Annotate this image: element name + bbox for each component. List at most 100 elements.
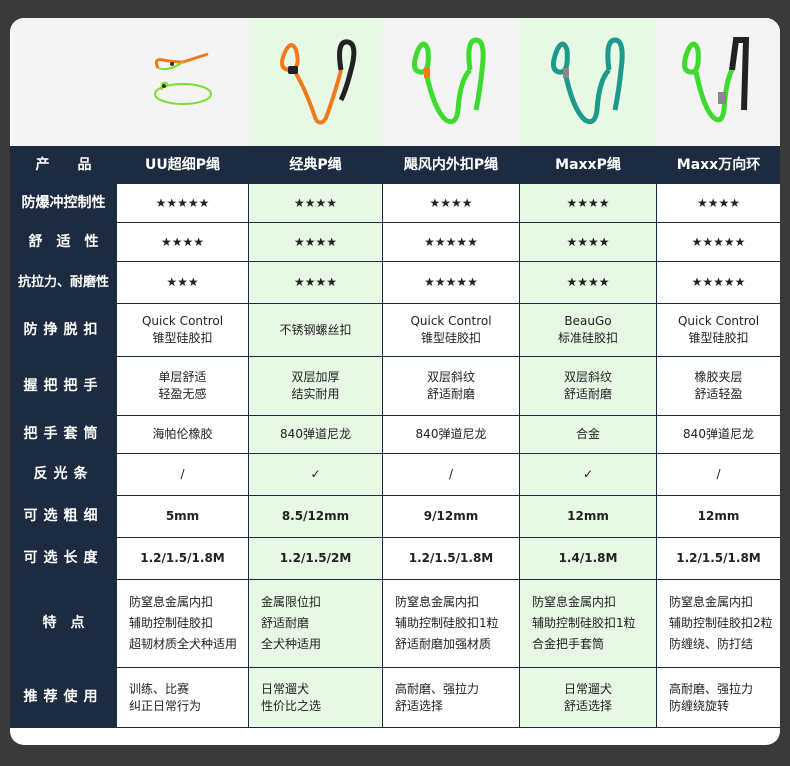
length-cell: 1.2/1.5/1.8M bbox=[382, 537, 520, 580]
header-row: 产 品 UU超细P绳 经典P绳 飓风内外扣P绳 MaxxP绳 Maxx万向环 bbox=[10, 146, 780, 184]
star-rating: ★★★ bbox=[116, 261, 249, 304]
hurricane-leash-image bbox=[412, 36, 486, 124]
feature-line: 防窒息金属内扣 bbox=[669, 595, 754, 609]
buckle-cell: Quick Control 锥型硅胶扣 bbox=[116, 303, 249, 357]
row-strength: 抗拉力、耐磨性 ★★★ ★★★★ ★★★★★ ★★★★ ★★★★★ bbox=[10, 261, 780, 304]
row-reflective: 反光条 / ✓ / ✓ / bbox=[10, 453, 780, 496]
row-label: 把手套筒 bbox=[10, 415, 117, 454]
buckle-line: 不锈钢螺丝扣 bbox=[279, 322, 352, 337]
recommend-cell: 训练、比赛 纠正日常行为 bbox=[116, 667, 249, 728]
features-cell: 防窒息金属内扣 辅助控制硅胶扣1粒 舒适耐磨加强材质 bbox=[382, 579, 520, 668]
grip-line: 橡胶夹层 bbox=[694, 370, 743, 384]
recommend-cell: 高耐磨、强拉力 舒适选择 bbox=[382, 667, 520, 728]
feature-line: 舒适耐磨加强材质 bbox=[395, 637, 492, 651]
recommend-line: 日常遛犬 bbox=[261, 681, 310, 696]
buckle-cell: 不锈钢螺丝扣 bbox=[248, 303, 383, 357]
star-rating: ★★★★ bbox=[248, 183, 383, 223]
image-row bbox=[10, 18, 780, 147]
header-product: UU超细P绳 bbox=[116, 146, 249, 184]
grip-line: 舒适耐磨 bbox=[563, 387, 612, 401]
buckle-line: 锥型硅胶扣 bbox=[152, 331, 213, 345]
product-image-hurricane bbox=[382, 18, 520, 147]
recommend-line: 舒适选择 bbox=[395, 698, 444, 713]
buckle-line: Quick Control bbox=[141, 314, 224, 328]
comparison-table: 产 品 UU超细P绳 经典P绳 飓风内外扣P绳 MaxxP绳 Maxx万向环 防… bbox=[10, 18, 780, 728]
feature-line: 全犬种适用 bbox=[261, 637, 322, 651]
buckle-cell: Quick Control 锥型硅胶扣 bbox=[382, 303, 520, 357]
sleeve-cell: 合金 bbox=[519, 415, 657, 454]
feature-line: 超韧材质全犬种适用 bbox=[129, 637, 238, 651]
buckle-cell: Quick Control 锥型硅胶扣 bbox=[656, 303, 780, 357]
maxx-swivel-leash-image bbox=[681, 36, 749, 122]
row-burst-control: 防爆冲控制性 ★★★★★ ★★★★ ★★★★ ★★★★ ★★★★ bbox=[10, 183, 780, 223]
recommend-cell: 日常遛犬 舒适选择 bbox=[519, 667, 657, 728]
thickness-cell: 9/12mm bbox=[382, 495, 520, 538]
reflective-cell: / bbox=[656, 453, 780, 496]
product-image-classic bbox=[248, 18, 383, 147]
product-image-uu bbox=[116, 18, 249, 147]
reflective-cell: ✓ bbox=[519, 453, 657, 496]
row-recommended: 推荐使用 训练、比赛 纠正日常行为 日常遛犬性价比之选 高耐磨、强拉力 舒适选择 日… bbox=[10, 667, 780, 728]
buckle-line: 锥型硅胶扣 bbox=[688, 331, 749, 345]
grip-cell: 双层斜纹 舒适耐磨 bbox=[519, 356, 657, 416]
star-rating: ★★★★ bbox=[248, 222, 383, 262]
reflective-cell: ✓ bbox=[248, 453, 383, 496]
buckle-line: BeauGo bbox=[564, 314, 612, 328]
row-label: 推荐使用 bbox=[10, 667, 117, 728]
feature-line: 防缠绕、防打结 bbox=[669, 637, 754, 651]
star-rating: ★★★★★ bbox=[116, 183, 249, 223]
recommend-line: 高耐磨、强拉力 bbox=[395, 681, 480, 696]
product-image-maxx-p bbox=[519, 18, 657, 147]
recommend-line: 日常遛犬 bbox=[563, 681, 612, 696]
star-rating: ★★★★★ bbox=[656, 261, 780, 304]
sleeve-cell: 840弹道尼龙 bbox=[248, 415, 383, 454]
row-label: 防挣脱扣 bbox=[10, 303, 117, 357]
row-label: 可选粗细 bbox=[10, 495, 117, 538]
length-cell: 1.2/1.5/1.8M bbox=[656, 537, 780, 580]
row-label: 反光条 bbox=[10, 453, 117, 496]
grip-cell: 橡胶夹层 舒适轻盈 bbox=[656, 356, 780, 416]
length-cell: 1.4/1.8M bbox=[519, 537, 657, 580]
header-product: 飓风内外扣P绳 bbox=[382, 146, 520, 184]
feature-line: 辅助控制硅胶扣1粒 bbox=[532, 616, 636, 630]
grip-line: 双层斜纹 bbox=[426, 370, 475, 384]
reflective-cell: / bbox=[116, 453, 249, 496]
header-product: Maxx万向环 bbox=[656, 146, 780, 184]
thickness-cell: 12mm bbox=[519, 495, 657, 538]
features-cell: 防窒息金属内扣 辅助控制硅胶扣1粒 合金把手套筒 bbox=[519, 579, 657, 668]
sleeve-cell: 840弹道尼龙 bbox=[382, 415, 520, 454]
features-cell: 防窒息金属内扣辅助控制硅胶扣2粒 防缠绕、防打结 bbox=[656, 579, 780, 668]
grip-cell: 双层斜纹 舒适耐磨 bbox=[382, 356, 520, 416]
buckle-line: Quick Control bbox=[410, 314, 492, 328]
recommend-line: 性价比之选 bbox=[261, 698, 322, 713]
buckle-line: 标准硅胶扣 bbox=[557, 331, 618, 345]
reflective-cell: / bbox=[382, 453, 520, 496]
row-label: 特 点 bbox=[10, 579, 117, 668]
grip-line: 双层斜纹 bbox=[563, 370, 612, 384]
row-label: 抗拉力、耐磨性 bbox=[10, 261, 117, 304]
row-label: 握把把手 bbox=[10, 356, 117, 416]
star-rating: ★★★★★ bbox=[382, 261, 520, 304]
feature-line: 防窒息金属内扣 bbox=[532, 595, 617, 609]
star-rating: ★★★★ bbox=[248, 261, 383, 304]
thickness-cell: 5mm bbox=[116, 495, 249, 538]
star-rating: ★★★★ bbox=[519, 183, 657, 223]
row-length: 可选长度 1.2/1.5/1.8M 1.2/1.5/2M 1.2/1.5/1.8… bbox=[10, 537, 780, 580]
feature-line: 金属限位扣 bbox=[261, 595, 322, 609]
grip-cell: 双层加厚 结实耐用 bbox=[248, 356, 383, 416]
feature-line: 防窒息金属内扣 bbox=[395, 595, 480, 609]
row-label: 可选长度 bbox=[10, 537, 117, 580]
grip-line: 双层加厚 bbox=[291, 370, 340, 384]
grip-line: 结实耐用 bbox=[291, 387, 340, 401]
feature-line: 辅助控制硅胶扣2粒 bbox=[669, 616, 773, 630]
grip-cell: 单层舒适 轻盈无感 bbox=[116, 356, 249, 416]
classic-p-leash-image bbox=[279, 38, 356, 125]
row-thickness: 可选粗细 5mm 8.5/12mm 9/12mm 12mm 12mm bbox=[10, 495, 780, 538]
buckle-line: 锥型硅胶扣 bbox=[420, 331, 481, 345]
star-rating: ★★★★ bbox=[519, 261, 657, 304]
star-rating: ★★★★★ bbox=[656, 222, 780, 262]
star-rating: ★★★★ bbox=[519, 222, 657, 262]
header-product: 经典P绳 bbox=[248, 146, 383, 184]
uu-thin-leash-image bbox=[153, 52, 212, 105]
maxx-p-leash-image bbox=[551, 36, 625, 124]
